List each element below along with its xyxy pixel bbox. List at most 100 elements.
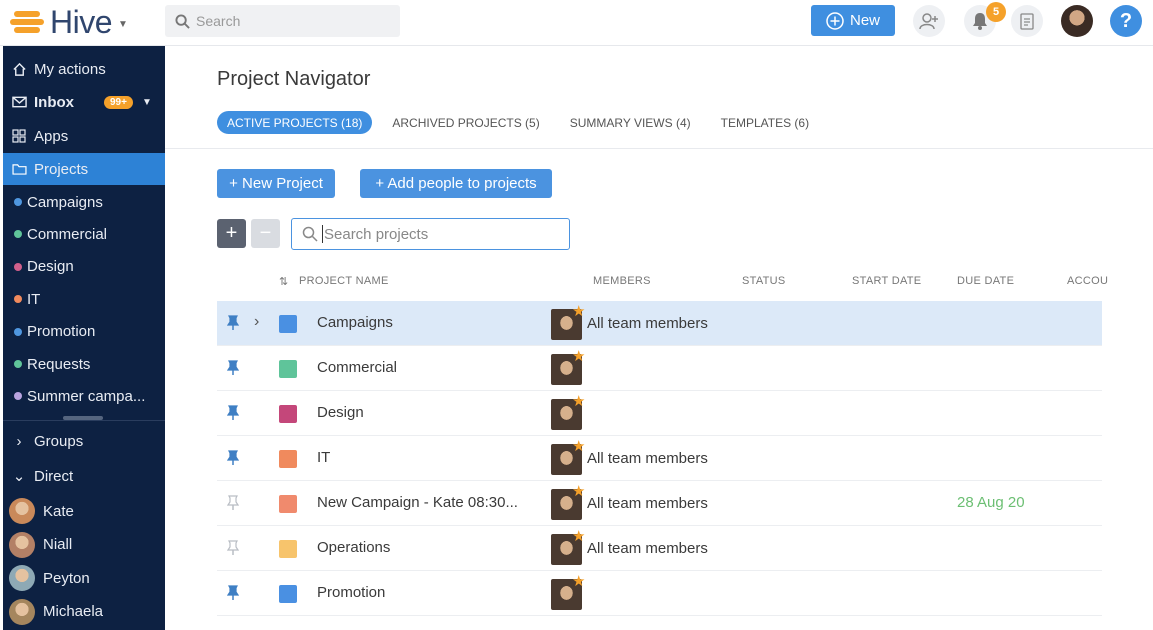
notes-button[interactable]	[1011, 5, 1043, 37]
text-cursor	[322, 225, 323, 243]
table-row[interactable]: New Campaign - Kate 08:30... ★ All team me…	[217, 481, 1102, 526]
sidebar-item-inbox[interactable]: Inbox 99+ ▼	[3, 86, 165, 118]
star-icon: ★	[572, 303, 586, 320]
expand-all-button[interactable]: +	[217, 219, 246, 248]
chevron-down-icon: ⌄	[12, 468, 26, 485]
sidebar-groups-toggle[interactable]: › Groups	[3, 425, 165, 457]
new-project-button[interactable]: + New Project	[217, 169, 335, 198]
plus-circle-icon	[826, 11, 844, 30]
sidebar-direct-toggle[interactable]: ⌄ Direct	[3, 460, 165, 492]
pin-icon[interactable]	[226, 585, 240, 606]
project-name[interactable]: Promotion	[317, 584, 385, 601]
hive-logo-icon	[10, 8, 44, 36]
sidebar-item-label: IT	[27, 290, 41, 308]
members-text: All team members	[587, 495, 708, 512]
sidebar-item-label: Campaigns	[27, 193, 103, 211]
project-color-dot	[14, 392, 22, 401]
caret-down-icon[interactable]: ▼	[118, 19, 128, 30]
pin-icon[interactable]	[226, 495, 240, 516]
invite-user-button[interactable]	[913, 5, 945, 37]
sidebar-project-item[interactable]: Promotion	[3, 316, 165, 348]
caret-down-icon[interactable]: ▼	[142, 97, 152, 108]
project-color-swatch	[279, 450, 297, 468]
pin-icon[interactable]	[226, 450, 240, 471]
tab-archived-projects[interactable]: ARCHIVED PROJECTS (5)	[392, 111, 539, 134]
project-name[interactable]: New Campaign - Kate 08:30...	[317, 494, 518, 511]
sort-icon[interactable]: ⇅	[279, 275, 289, 288]
sidebar-project-item[interactable]: Summer campa...	[3, 380, 165, 412]
sidebar-item-label: Niall	[43, 536, 73, 553]
column-header-due-date[interactable]: DUE DATE	[957, 275, 1014, 287]
add-people-button[interactable]: + Add people to projects	[360, 169, 552, 198]
pin-icon[interactable]	[226, 540, 240, 561]
person-avatar	[9, 598, 35, 625]
table-row[interactable]: › Campaigns ★ All team members	[217, 301, 1102, 346]
sidebar-project-item[interactable]: Design	[3, 251, 165, 283]
column-header-account[interactable]: ACCOU	[1067, 275, 1108, 287]
project-color-swatch	[279, 495, 297, 513]
column-header-project-name[interactable]: PROJECT NAME	[299, 275, 389, 287]
search-icon	[302, 226, 318, 242]
sidebar-item-my-actions[interactable]: My actions	[3, 53, 165, 85]
collapse-all-button[interactable]: −	[251, 219, 280, 248]
table-row[interactable]: Operations ★ All team members	[217, 526, 1102, 571]
global-search[interactable]: Search	[165, 5, 400, 37]
sidebar-project-item[interactable]: Campaigns	[3, 186, 165, 218]
sidebar-project-item[interactable]: Requests	[3, 348, 165, 380]
table-row[interactable]: Design ★	[217, 391, 1102, 436]
new-button[interactable]: New	[811, 5, 895, 36]
sidebar-item-projects[interactable]: Projects	[3, 153, 165, 185]
project-name[interactable]: IT	[317, 449, 330, 466]
star-icon: ★	[572, 348, 586, 365]
sidebar-person-item[interactable]: Niall	[3, 529, 165, 561]
pin-icon[interactable]	[226, 405, 240, 426]
search-placeholder: Search projects	[324, 225, 429, 243]
sidebar-item-apps[interactable]: Apps	[3, 120, 165, 152]
tab-active-projects[interactable]: ACTIVE PROJECTS (18)	[217, 111, 373, 134]
project-name[interactable]: Campaigns	[317, 314, 393, 331]
project-name[interactable]: Commercial	[317, 359, 397, 376]
hive-logo[interactable]: Hive ▼	[10, 4, 128, 40]
table-row[interactable]: Commercial ★	[217, 346, 1102, 391]
sidebar-project-item[interactable]: IT	[3, 283, 165, 315]
chevron-right-icon[interactable]: ›	[254, 313, 259, 331]
column-header-status[interactable]: STATUS	[742, 275, 786, 287]
star-icon: ★	[572, 528, 586, 545]
star-icon: ★	[572, 393, 586, 410]
project-color-dot	[14, 230, 22, 239]
mail-icon	[10, 96, 28, 108]
due-date: 28 Aug 20	[957, 494, 1025, 511]
pin-icon[interactable]	[226, 315, 240, 336]
project-color-dot	[14, 198, 22, 206]
help-button[interactable]: ?	[1110, 5, 1142, 37]
search-placeholder: Search	[196, 13, 241, 29]
column-header-members[interactable]: MEMBERS	[593, 275, 651, 287]
sidebar-item-label: Summer campa...	[27, 387, 146, 405]
project-search-input[interactable]: Search projects	[291, 218, 570, 250]
user-avatar[interactable]	[1061, 5, 1093, 37]
sidebar-person-item[interactable]: Kate	[3, 495, 165, 527]
table-row[interactable]: Promotion ★	[217, 571, 1102, 616]
notification-badge: 5	[986, 2, 1006, 22]
project-name[interactable]: Design	[317, 404, 364, 421]
sidebar-item-label: Michaela	[43, 603, 104, 620]
column-header-start-date[interactable]: START DATE	[852, 275, 921, 287]
page-title: Project Navigator	[217, 68, 371, 90]
star-icon: ★	[572, 573, 586, 590]
sidebar-item-label: Kate	[43, 502, 74, 520]
tab-summary-views[interactable]: SUMMARY VIEWS (4)	[570, 111, 691, 134]
sidebar-item-label: Apps	[34, 127, 69, 145]
pin-icon[interactable]	[226, 360, 240, 381]
sidebar-project-item[interactable]: Commercial	[3, 218, 165, 250]
sidebar-person-item[interactable]: Peyton	[3, 562, 165, 594]
inbox-count-badge: 99+	[104, 95, 133, 109]
project-name[interactable]: Operations	[317, 539, 390, 556]
sidebar-item-label: Direct	[34, 467, 74, 485]
folder-icon	[10, 163, 28, 175]
table-row[interactable]: IT ★ All team members	[217, 436, 1102, 481]
tab-templates[interactable]: TEMPLATES (6)	[721, 111, 809, 134]
person-avatar	[9, 498, 35, 524]
sidebar-person-item[interactable]: Michaela	[3, 596, 165, 628]
grid-icon	[10, 129, 28, 143]
project-color-swatch	[279, 540, 297, 558]
